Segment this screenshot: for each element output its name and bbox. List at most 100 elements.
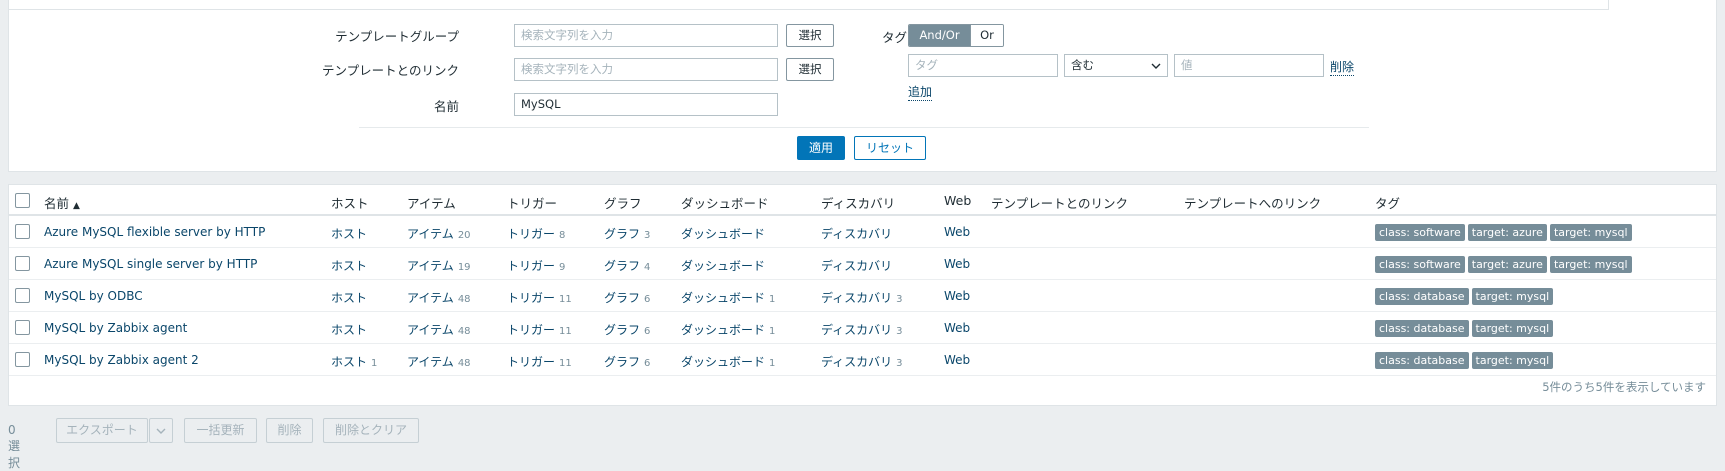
graphs-link[interactable]: グラフ 6	[604, 353, 650, 370]
discovery-link[interactable]: ディスカバリ	[821, 225, 896, 242]
triggers-link[interactable]: トリガー 9	[507, 257, 565, 274]
triggers-label: トリガー	[507, 291, 556, 305]
tag-badge: target: mysql	[1471, 288, 1554, 305]
triggers-count: 11	[559, 358, 572, 369]
template-name-link[interactable]: MySQL by Zabbix agent 2	[44, 353, 199, 367]
web-link[interactable]: Web	[944, 225, 970, 239]
discovery-label: ディスカバリ	[821, 355, 893, 369]
table-stats: 5件のうち5件を表示しています	[1542, 380, 1706, 394]
dashboards-link[interactable]: ダッシュボード	[681, 257, 769, 274]
name-input[interactable]: MySQL	[514, 93, 778, 116]
graphs-label: グラフ	[604, 291, 641, 305]
tag-badge: target: azure	[1467, 256, 1547, 273]
web-link[interactable]: Web	[944, 289, 970, 303]
tag-value-input[interactable]: 値	[1174, 54, 1324, 77]
discovery-link[interactable]: ディスカバリ 3	[821, 353, 903, 370]
template-name-link[interactable]: MySQL by Zabbix agent	[44, 321, 187, 335]
hosts-link[interactable]: ホスト	[331, 225, 371, 242]
template-link-input[interactable]: 検索文字列を入力	[514, 58, 778, 81]
items-link[interactable]: アイテム 48	[407, 353, 471, 370]
items-count: 20	[457, 230, 471, 241]
or-option[interactable]: Or	[970, 25, 1003, 46]
items-label: アイテム	[407, 227, 454, 241]
items-count: 48	[457, 326, 471, 337]
discovery-link[interactable]: ディスカバリ 3	[821, 289, 903, 306]
hosts-link[interactable]: ホスト	[331, 257, 371, 274]
tag-badge: target: mysql	[1549, 224, 1632, 241]
web-link[interactable]: Web	[944, 321, 970, 335]
template-link-select-button[interactable]: 選択	[786, 58, 834, 81]
graphs-link[interactable]: グラフ 6	[604, 321, 650, 338]
tag-operator-select[interactable]: 含む	[1064, 54, 1168, 77]
graphs-link[interactable]: グラフ 4	[604, 257, 650, 274]
graphs-link[interactable]: グラフ 6	[604, 289, 650, 306]
dashboards-label: ダッシュボード	[681, 227, 766, 241]
select-all-checkbox[interactable]	[15, 193, 30, 208]
tag-remove-link[interactable]: 削除	[1330, 58, 1355, 76]
template-name-link[interactable]: Azure MySQL flexible server by HTTP	[44, 225, 265, 239]
triggers-label: トリガー	[507, 323, 556, 337]
export-button[interactable]: エクスポート	[56, 418, 148, 443]
hosts-link[interactable]: ホスト 1	[331, 353, 377, 370]
row-checkbox[interactable]	[15, 288, 30, 303]
tag-operator-value: 含む	[1071, 58, 1094, 72]
row-checkbox[interactable]	[15, 352, 30, 367]
items-link[interactable]: アイテム 19	[407, 257, 471, 274]
tag-badge: class: software	[1375, 256, 1465, 273]
selected-count: 0 選択	[8, 423, 21, 470]
triggers-link[interactable]: トリガー 11	[507, 353, 572, 370]
discovery-link[interactable]: ディスカバリ	[821, 257, 896, 274]
template-name-link[interactable]: MySQL by ODBC	[44, 289, 143, 303]
hosts-link[interactable]: ホスト	[331, 289, 371, 306]
row-checkbox[interactable]	[15, 320, 30, 335]
table-header: 名前 ▲ ホスト アイテム トリガー グラフ ダッシュボード ディスカバリ We…	[9, 185, 1716, 216]
tag-add-link[interactable]: 追加	[908, 83, 933, 101]
hosts-label: ホスト	[331, 259, 368, 273]
items-link[interactable]: アイテム 48	[407, 321, 471, 338]
triggers-label: トリガー	[507, 259, 556, 273]
hosts-label: ホスト	[331, 291, 368, 305]
dashboards-link[interactable]: ダッシュボード 1	[681, 321, 775, 338]
discovery-label: ディスカバリ	[821, 323, 893, 337]
row-checkbox[interactable]	[15, 224, 30, 239]
items-link[interactable]: アイテム 48	[407, 289, 471, 306]
row-checkbox[interactable]	[15, 256, 30, 271]
discovery-label: ディスカバリ	[821, 291, 893, 305]
column-name-label: 名前	[44, 196, 70, 211]
triggers-link[interactable]: トリガー 11	[507, 289, 572, 306]
graphs-count: 6	[644, 326, 651, 337]
items-link[interactable]: アイテム 20	[407, 225, 471, 242]
apply-button[interactable]: 適用	[797, 136, 845, 160]
tag-badge: target: mysql	[1471, 320, 1554, 337]
and-or-option[interactable]: And/Or	[909, 25, 970, 46]
graphs-count: 6	[644, 294, 651, 305]
graphs-link[interactable]: グラフ 3	[604, 225, 650, 242]
triggers-count: 8	[559, 230, 566, 241]
dashboards-link[interactable]: ダッシュボード 1	[681, 289, 775, 306]
hosts-link[interactable]: ホスト	[331, 321, 371, 338]
web-link[interactable]: Web	[944, 353, 970, 367]
discovery-link[interactable]: ディスカバリ 3	[821, 321, 903, 338]
hosts-label: ホスト	[331, 227, 368, 241]
triggers-link[interactable]: トリガー 11	[507, 321, 572, 338]
triggers-link[interactable]: トリガー 8	[507, 225, 565, 242]
export-dropdown-button[interactable]	[149, 418, 173, 443]
dashboards-label: ダッシュボード	[681, 291, 766, 305]
discovery-label: ディスカバリ	[821, 259, 893, 273]
column-header-name[interactable]: 名前 ▲	[44, 193, 80, 212]
tag-name-input[interactable]: タグ	[908, 54, 1058, 77]
dashboards-link[interactable]: ダッシュボード 1	[681, 353, 775, 370]
web-link[interactable]: Web	[944, 257, 970, 271]
graphs-label: グラフ	[604, 323, 641, 337]
hosts-label: ホスト	[331, 355, 368, 369]
tag-badge: class: database	[1375, 352, 1469, 369]
items-count: 19	[457, 262, 471, 273]
mass-update-button[interactable]: 一括更新	[184, 418, 257, 443]
sort-asc-icon: ▲	[73, 201, 80, 211]
items-label: アイテム	[407, 291, 454, 305]
dashboards-link[interactable]: ダッシュボード	[681, 225, 769, 242]
delete-and-clear-button[interactable]: 削除とクリア	[323, 418, 419, 443]
delete-button[interactable]: 削除	[266, 418, 313, 443]
template-name-link[interactable]: Azure MySQL single server by HTTP	[44, 257, 257, 271]
reset-button[interactable]: リセット	[854, 136, 926, 160]
